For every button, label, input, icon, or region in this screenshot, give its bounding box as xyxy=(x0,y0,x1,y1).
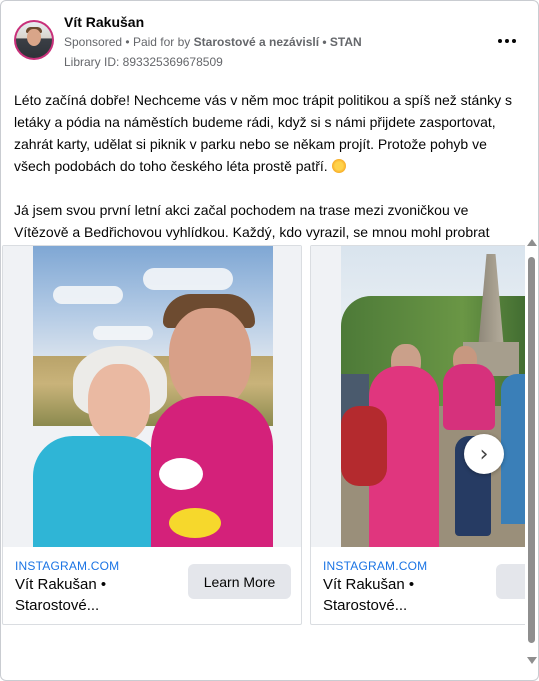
carousel-card[interactable]: INSTAGRAM.COM Vít Rakušan • Starostové..… xyxy=(310,245,525,625)
sponsorship-line: Sponsored • Paid for by Starostové a nez… xyxy=(64,35,362,49)
ad-card: Vít Rakušan Sponsored • Paid for by Star… xyxy=(0,0,539,681)
sun-emoji-icon xyxy=(331,159,346,173)
learn-more-button[interactable]: Le xyxy=(496,564,525,599)
card-source[interactable]: INSTAGRAM.COM xyxy=(323,559,427,573)
card-source[interactable]: INSTAGRAM.COM xyxy=(15,559,119,573)
card-caption[interactable]: Vít Rakušan • Starostové... xyxy=(15,574,175,616)
advertiser-name[interactable]: Vít Rakušan xyxy=(64,14,144,30)
sponsored-label: Sponsored xyxy=(64,35,123,49)
carousel: INSTAGRAM.COM Vít Rakušan • Starostové..… xyxy=(1,245,525,625)
separator: • xyxy=(125,35,133,49)
more-options-button[interactable] xyxy=(493,29,521,53)
card-photo[interactable] xyxy=(341,246,525,547)
card-photo[interactable] xyxy=(33,246,273,547)
learn-more-button[interactable]: Learn More xyxy=(188,564,291,599)
library-id: Library ID: 893325369678509 xyxy=(64,55,223,69)
body-paragraph-1: Léto začíná dobře! Nechceme vás v něm mo… xyxy=(14,92,513,174)
paid-for-prefix: Paid for by xyxy=(132,35,191,49)
avatar-photo xyxy=(16,22,52,58)
carousel-card[interactable]: INSTAGRAM.COM Vít Rakušan • Starostové..… xyxy=(2,245,302,625)
card-image-frame xyxy=(311,246,525,547)
scroll-down-arrow-icon[interactable] xyxy=(527,657,537,664)
card-image-frame xyxy=(3,246,301,547)
advertiser-avatar[interactable] xyxy=(14,20,54,60)
card-caption[interactable]: Vít Rakušan • Starostové... xyxy=(323,574,483,616)
chevron-right-icon: › xyxy=(479,441,489,467)
scrollbar-thumb[interactable] xyxy=(528,257,535,643)
paid-for-by[interactable]: Starostové a nezávislí • STAN xyxy=(194,35,362,49)
more-dots-icon xyxy=(498,39,502,43)
carousel-next-button[interactable]: › xyxy=(464,434,504,474)
scroll-up-arrow-icon[interactable] xyxy=(527,239,537,246)
